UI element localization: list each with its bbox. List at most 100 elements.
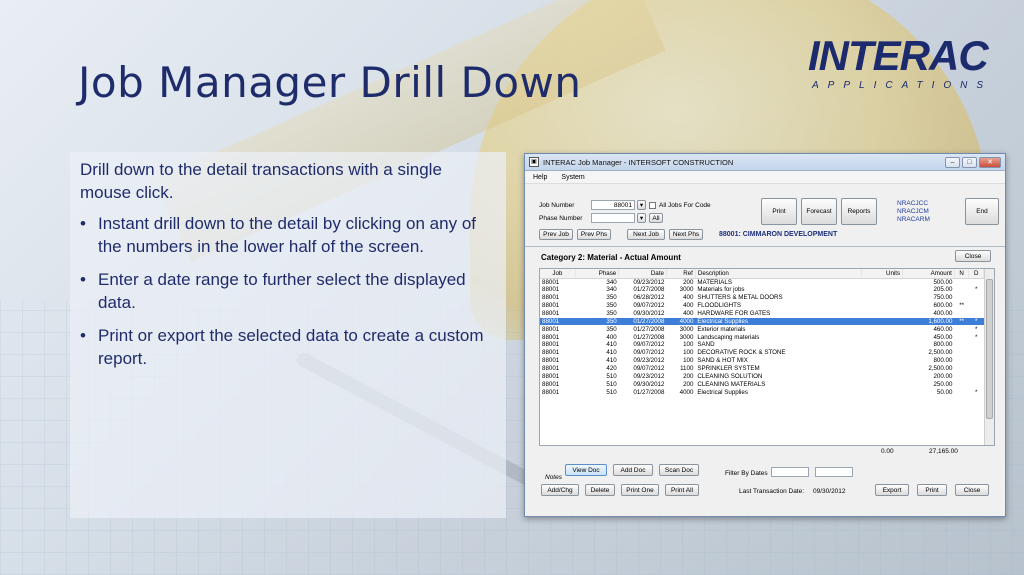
category-close-button[interactable]: Close [955, 250, 991, 262]
cell-date[interactable]: 01/27/2008 [619, 333, 667, 341]
cell-units[interactable] [861, 357, 902, 365]
cell-d[interactable] [969, 381, 984, 389]
cell-date[interactable]: 09/07/2012 [619, 349, 667, 357]
minimize-icon[interactable]: – [945, 156, 960, 168]
table-row[interactable]: 88001 340 01/27/2008 3000 Materials for jobs… [540, 286, 984, 294]
cell-job[interactable]: 88001 [540, 278, 575, 286]
cell-phase[interactable]: 340 [575, 278, 619, 286]
cell-d[interactable] [969, 373, 984, 381]
cell-phase[interactable]: 350 [575, 294, 619, 302]
cell-d[interactable] [969, 341, 984, 349]
col-n[interactable]: N [954, 269, 970, 279]
cell-ref[interactable]: 200 [666, 373, 695, 381]
cell-description[interactable]: Landscaping materials [695, 333, 861, 341]
cell-phase[interactable]: 510 [575, 373, 619, 381]
cell-job[interactable]: 88001 [540, 286, 575, 294]
cell-date[interactable]: 01/27/2008 [619, 325, 667, 333]
cell-date[interactable]: 01/27/2008 [619, 286, 667, 294]
delete-button[interactable]: Delete [585, 484, 615, 496]
job-lookup-icon[interactable]: ▾ [637, 200, 646, 210]
cell-description[interactable]: FLOODLIGHTS [695, 302, 861, 310]
cell-description[interactable]: Exterior materials [695, 325, 861, 333]
cell-description[interactable]: DECORATIVE ROCK & STONE [695, 349, 861, 357]
cell-description[interactable]: CLEANING MATERIALS [695, 381, 861, 389]
cell-phase[interactable]: 410 [575, 349, 619, 357]
cell-amount[interactable]: 50.00 [903, 389, 955, 397]
cell-d[interactable] [969, 349, 984, 357]
cell-amount[interactable]: 500.00 [903, 278, 955, 286]
table-row[interactable]: 88001 420 09/07/2012 1100 SPRINKLER SYSTEM 2,… [540, 365, 984, 373]
footer-close-button[interactable]: Close [955, 484, 989, 496]
maximize-icon[interactable]: □ [962, 156, 977, 168]
link-nracjcc[interactable]: NRACJCC [897, 200, 930, 208]
print-all-button[interactable]: Print All [665, 484, 699, 496]
cell-units[interactable] [861, 302, 902, 310]
table-row[interactable]: 88001 410 09/07/2012 100 DECORATIVE ROCK & S… [540, 349, 984, 357]
table-row[interactable]: 88001 510 09/30/2012 200 CLEANING MATERIALS 2… [540, 381, 984, 389]
cell-phase[interactable]: 350 [575, 302, 619, 310]
window-titlebar[interactable]: ▣ INTERAC Job Manager - INTERSOFT CONSTR… [525, 154, 1005, 171]
cell-units[interactable] [861, 286, 902, 294]
cell-n[interactable] [954, 286, 969, 294]
table-row[interactable]: 88001 400 01/27/2008 3000 Landscaping materi… [540, 333, 984, 341]
cell-amount[interactable]: 200.00 [903, 373, 955, 381]
cell-amount[interactable]: 800.00 [903, 357, 955, 365]
cell-date[interactable]: 09/07/2012 [619, 341, 667, 349]
cell-amount[interactable]: 600.00 [903, 302, 955, 310]
cell-ref[interactable]: 1100 [666, 365, 695, 373]
cell-description[interactable]: SAND [695, 341, 861, 349]
table-row[interactable]: 88001 350 09/07/2012 400 FLOODLIGHTS 600.00 ** [540, 302, 984, 310]
table-row[interactable]: 88001 410 09/07/2012 100 SAND 800.00 [540, 341, 984, 349]
cell-job[interactable]: 88001 [540, 389, 575, 397]
cell-d[interactable] [969, 310, 984, 318]
forecast-button[interactable]: Forecast [801, 198, 837, 225]
table-row[interactable]: 88001 340 09/23/2012 200 MATERIALS 500.00 [540, 278, 984, 286]
scrollbar-thumb[interactable] [986, 279, 993, 419]
table-row[interactable]: 88001 350 01/27/2008 4000 Electrical Supplie… [540, 317, 984, 326]
cell-phase[interactable]: 350 [575, 325, 619, 333]
print-button[interactable]: Print [761, 198, 797, 225]
next-phase-button[interactable]: Next Phs [669, 229, 703, 240]
cell-d[interactable]: * [969, 389, 984, 397]
cell-ref[interactable]: 3000 [666, 325, 695, 333]
cell-n[interactable] [954, 365, 969, 373]
cell-phase[interactable]: 410 [575, 341, 619, 349]
cell-ref[interactable]: 4000 [666, 389, 695, 397]
cell-n[interactable] [954, 294, 969, 302]
cell-amount[interactable]: 1,600.00 [902, 317, 955, 326]
cell-date[interactable]: 09/30/2012 [619, 381, 667, 389]
col-date[interactable]: Date [618, 269, 667, 279]
cell-description[interactable]: Materials for jobs [695, 286, 861, 294]
reports-button[interactable]: Reports [841, 198, 877, 225]
cell-d[interactable] [969, 365, 984, 373]
col-description[interactable]: Description [695, 269, 862, 279]
cell-description[interactable]: Electrical Supplies [695, 389, 861, 397]
cell-job[interactable]: 88001 [540, 357, 575, 365]
cell-job[interactable]: 88001 [540, 333, 575, 341]
cell-amount[interactable]: 2,500.00 [903, 349, 955, 357]
cell-job[interactable]: 88001 [540, 310, 575, 318]
cell-job[interactable]: 88001 [540, 341, 575, 349]
cell-ref[interactable]: 100 [666, 349, 695, 357]
col-amount[interactable]: Amount [902, 269, 955, 279]
table-row[interactable]: 88001 350 09/30/2012 400 HARDWARE FOR GATES 4… [540, 310, 984, 318]
cell-description[interactable]: HARDWARE FOR GATES [695, 310, 861, 318]
cell-job[interactable]: 88001 [540, 365, 575, 373]
table-row[interactable]: 88001 350 01/27/2008 3000 Exterior materials… [540, 325, 984, 333]
cell-units[interactable] [861, 317, 903, 326]
cell-amount[interactable]: 250.00 [903, 381, 955, 389]
cell-job[interactable]: 88001 [540, 349, 575, 357]
cell-description[interactable]: CLEANING SOLUTION [695, 373, 861, 381]
next-job-button[interactable]: Next Job [627, 229, 665, 240]
link-nracarm[interactable]: NRACARM [897, 216, 930, 224]
cell-units[interactable] [861, 389, 902, 397]
cell-amount[interactable]: 800.00 [903, 341, 955, 349]
cell-job[interactable]: 88001 [540, 294, 575, 302]
cell-amount[interactable]: 400.00 [903, 310, 955, 318]
cell-phase[interactable]: 410 [575, 357, 619, 365]
scan-doc-button[interactable]: Scan Doc [659, 464, 699, 476]
cell-phase[interactable]: 510 [575, 389, 619, 397]
cell-n[interactable] [954, 278, 969, 286]
cell-d[interactable]: * [969, 286, 984, 294]
prev-job-button[interactable]: Prev Job [539, 229, 573, 240]
